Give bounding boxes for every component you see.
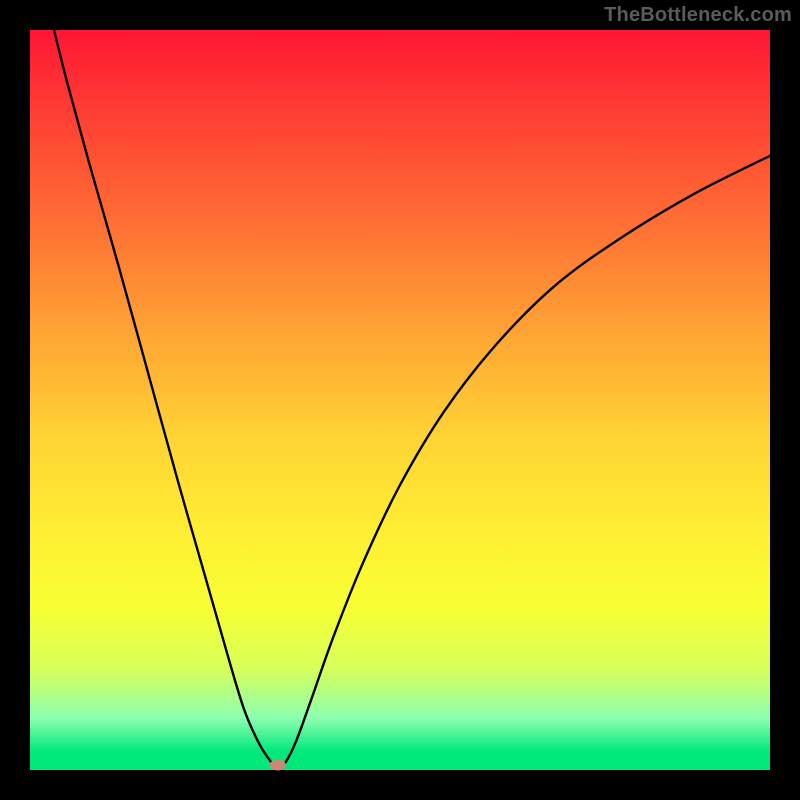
plot-gradient-area (30, 30, 770, 770)
bottleneck-curve (30, 30, 770, 770)
chart-frame: TheBottleneck.com (0, 0, 800, 800)
watermark-text: TheBottleneck.com (604, 4, 792, 27)
